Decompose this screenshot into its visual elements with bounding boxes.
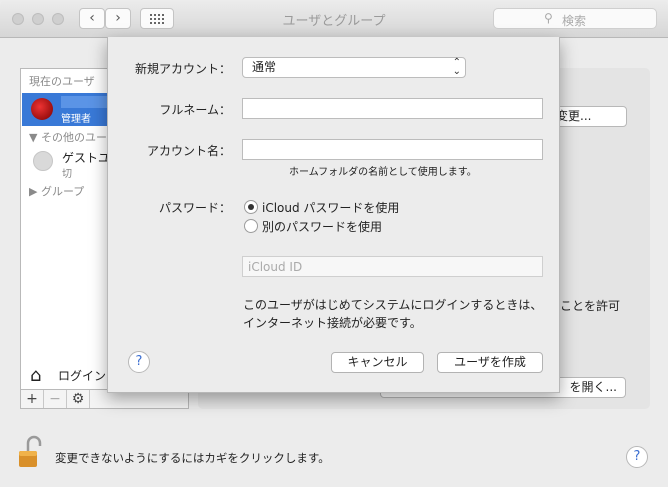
search-placeholder: 検索: [562, 14, 587, 28]
user-name-redacted: [61, 96, 107, 108]
new-account-label: 新規アカウント：: [134, 62, 231, 76]
sheet-help-button[interactable]: ?: [128, 351, 150, 373]
search-icon: ⚲: [544, 11, 553, 25]
guest-user-status: 切: [62, 169, 72, 180]
disclosure-down-icon: ▼: [29, 131, 41, 144]
login-options[interactable]: ログイン: [58, 367, 106, 384]
disclosure-right-icon: ▶: [29, 185, 41, 198]
account-type-value: 通常: [252, 60, 277, 74]
account-name-hint: ホームフォルダの名前として使用します。: [289, 167, 477, 178]
remove-user-button[interactable]: −: [44, 390, 67, 408]
option-icloud-label[interactable]: iCloud パスワードを使用: [262, 199, 399, 216]
account-name-label: アカウント名：: [146, 144, 231, 158]
other-users-header: ▼ その他のユー: [29, 131, 107, 144]
gear-icon[interactable]: ⚙: [67, 390, 90, 408]
add-user-button[interactable]: +: [21, 390, 44, 408]
create-user-button[interactable]: ユーザを作成: [437, 352, 543, 373]
radio-icloud-password[interactable]: [244, 200, 258, 214]
avatar: [31, 98, 53, 120]
lock-message: 変更できないようにするにはカギをクリックします。: [55, 451, 330, 465]
groups-header[interactable]: ▶ グループ: [29, 183, 84, 199]
help-button[interactable]: ?: [626, 446, 648, 468]
internet-required-note: このユーザがはじめてシステムにログインするときは、インターネット接続が必要です。: [243, 298, 543, 330]
option-other-label[interactable]: 別のパスワードを使用: [262, 218, 382, 235]
account-name-field[interactable]: [242, 139, 543, 160]
window: ‹ › ユーザとグループ ⚲ 検索 現在のユーザ 管理者 ▼ その他のユー ゲス…: [0, 0, 668, 487]
guest-user-name[interactable]: ゲストユ: [62, 149, 110, 166]
search-field[interactable]: ⚲ 検索: [493, 8, 657, 29]
allow-text: ことを許可: [560, 299, 621, 313]
icloud-id-placeholder: iCloud ID: [248, 260, 303, 274]
current-users-header: 現在のユーザ: [29, 75, 95, 88]
guest-avatar-icon: [33, 151, 53, 171]
new-account-sheet: 新規アカウント： 通常 ⌃ ⌄ フルネーム： アカウント名： ホームフォルダの名前…: [107, 37, 560, 393]
radio-other-password[interactable]: [244, 219, 258, 233]
account-type-popup[interactable]: 通常 ⌃ ⌄: [242, 57, 466, 78]
cancel-button[interactable]: キャンセル: [331, 352, 424, 373]
house-icon: ⌂: [30, 365, 42, 386]
updown-arrows-icon: ⌃ ⌄: [452, 57, 461, 77]
full-name-label: フルネーム：: [159, 103, 231, 117]
icloud-id-field[interactable]: iCloud ID: [242, 256, 543, 277]
user-role: 管理者: [61, 114, 91, 125]
title-bar: ‹ › ユーザとグループ ⚲ 検索: [0, 0, 668, 38]
lock-icon[interactable]: [18, 435, 42, 469]
full-name-field[interactable]: [242, 98, 543, 119]
user-row-admin[interactable]: 管理者: [22, 93, 110, 126]
password-label: パスワード：: [158, 201, 231, 215]
